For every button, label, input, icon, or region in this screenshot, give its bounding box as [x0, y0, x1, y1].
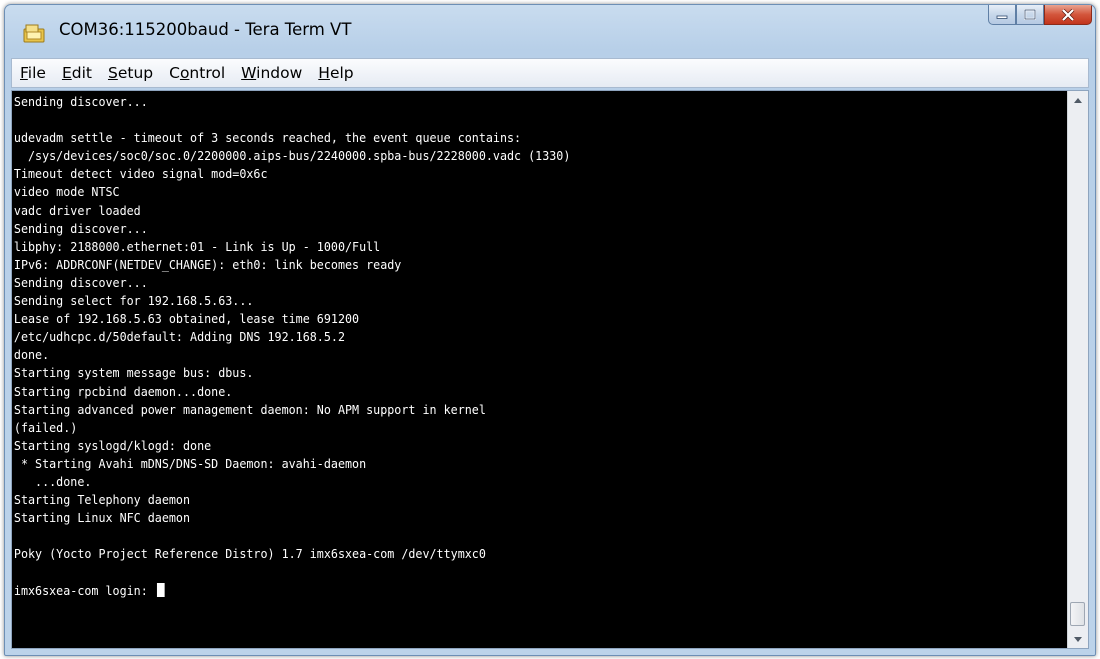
menu-file[interactable]: File: [20, 64, 46, 82]
terminal-line: Starting Telephony daemon: [13, 493, 191, 508]
terminal-line: (failed.): [13, 420, 78, 435]
scroll-down-arrow-icon: [1074, 636, 1082, 642]
title-bar[interactable]: COM36:115200baud - Tera Term VT: [5, 5, 1095, 57]
close-button[interactable]: [1044, 5, 1092, 25]
terminal-line: Starting system message bus: dbus.: [13, 366, 254, 381]
maximize-icon: [1024, 9, 1036, 20]
terminal-line: Sending discover...: [13, 221, 148, 236]
terminal-line: Sending discover...: [13, 95, 148, 109]
teraterm-app-icon[interactable]: [23, 23, 45, 43]
text-cursor: [156, 582, 165, 597]
terminal-line: Starting Linux NFC daemon: [13, 511, 191, 526]
terminal-output[interactable]: Sending discover... udevadm settle - time…: [12, 93, 1064, 648]
minimize-button[interactable]: [988, 5, 1016, 25]
scroll-down-button[interactable]: [1068, 630, 1088, 648]
window-controls: [988, 5, 1092, 27]
terminal-line: ...done.: [13, 474, 92, 489]
terminal-frame: Sending discover... udevadm settle - time…: [11, 90, 1089, 649]
terminal-line: Lease of 192.168.5.63 obtained, lease ti…: [13, 312, 360, 327]
terminal-line: vadc driver loaded: [13, 203, 141, 218]
terminal-line: /sys/devices/soc0/soc.0/2200000.aips-bus…: [13, 149, 571, 164]
terminal-line: video mode NTSC: [13, 185, 120, 200]
close-icon: [1061, 8, 1075, 21]
minimize-icon: [996, 15, 1008, 19]
terminal-line: /etc/udhcpc.d/50default: Adding DNS 192.…: [13, 330, 345, 345]
terminal-line: Poky (Yocto Project Reference Distro) 1.…: [13, 547, 486, 562]
terminal-line: libphy: 2188000.ethernet:01 - Link is Up…: [13, 239, 381, 254]
menu-bar: File Edit Setup Control Window Help: [11, 58, 1089, 88]
window-title: COM36:115200baud - Tera Term VT: [59, 20, 352, 39]
terminal-line: Starting advanced power management daemo…: [13, 402, 486, 417]
teraterm-window: COM36:115200baud - Tera Term VT File Edi…: [4, 4, 1096, 656]
terminal-line: Starting syslogd/klogd: done: [13, 438, 212, 453]
menu-window[interactable]: Window: [241, 64, 302, 82]
terminal-line: IPv6: ADDRCONF(NETDEV_CHANGE): eth0: lin…: [13, 257, 402, 272]
menu-help[interactable]: Help: [318, 64, 353, 82]
terminal-line: Sending discover...: [13, 275, 148, 290]
terminal-line: Timeout detect video signal mod=0x6c: [13, 167, 268, 182]
menu-edit[interactable]: Edit: [62, 64, 92, 82]
scrollbar-thumb[interactable]: [1070, 602, 1085, 626]
terminal-line: Sending select for 192.168.5.63...: [13, 294, 254, 309]
scroll-up-button[interactable]: [1068, 91, 1088, 109]
terminal-line: Starting rpcbind daemon...done.: [13, 384, 233, 399]
vertical-scrollbar[interactable]: [1067, 91, 1088, 648]
terminal-line: done.: [13, 348, 50, 363]
login-prompt: imx6sxea-com login:: [13, 583, 155, 598]
scroll-up-arrow-icon: [1074, 97, 1082, 103]
terminal-line: udevadm settle - timeout of 3 seconds re…: [13, 131, 522, 146]
terminal-line: * Starting Avahi mDNS/DNS-SD Daemon: ava…: [13, 456, 367, 471]
menu-setup[interactable]: Setup: [108, 64, 153, 82]
login-prompt-line[interactable]: imx6sxea-com login:: [12, 582, 1022, 600]
maximize-button[interactable]: [1016, 5, 1044, 25]
menu-control[interactable]: Control: [169, 64, 225, 82]
